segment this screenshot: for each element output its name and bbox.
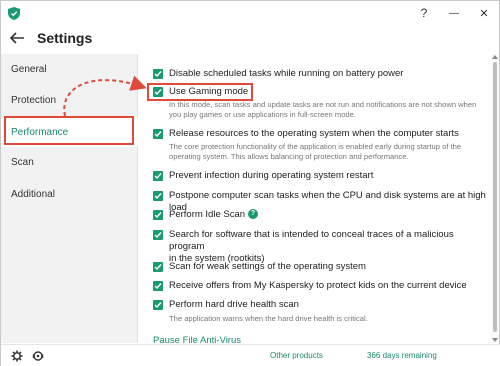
idle-scan-label: Perform Idle Scan <box>169 209 246 220</box>
scroll-up-arrow-icon[interactable] <box>492 54 498 60</box>
checkbox[interactable] <box>153 210 163 220</box>
option-label: Search for software that is intended to … <box>169 229 489 265</box>
option-label: Perform Idle Scan? <box>169 209 259 221</box>
gaming-mode-highlight-box <box>147 83 253 101</box>
settings-window: ? — ✕ Settings General Protection Perfor… <box>0 0 500 366</box>
checkbox[interactable] <box>153 281 163 291</box>
footer: Other products 366 days remaining <box>1 344 500 366</box>
option-release-resources[interactable]: Release resources to the operating syste… <box>153 128 459 140</box>
option-description: In this mode, scan tasks and update task… <box>169 100 476 120</box>
option-label: Release resources to the operating syste… <box>169 128 459 139</box>
option-idle-scan[interactable]: Perform Idle Scan? <box>153 209 259 221</box>
check-icon <box>154 173 162 180</box>
option-label: Receive offers from My Kaspersky to prot… <box>169 280 467 291</box>
check-icon <box>154 131 162 138</box>
check-icon <box>154 193 162 200</box>
description-line: operating system. This allows balancing … <box>169 152 409 161</box>
sidebar-item-protection[interactable]: Protection <box>1 85 138 115</box>
sidebar-item-label: Additional <box>11 188 55 200</box>
option-label: Perform hard drive health scan <box>169 299 299 310</box>
sidebar-item-general[interactable]: General <box>1 54 138 84</box>
checkbox[interactable] <box>153 262 163 272</box>
window-controls: ? — ✕ <box>409 1 499 25</box>
checkbox[interactable] <box>153 69 163 79</box>
check-icon <box>154 232 162 239</box>
option-weak-settings[interactable]: Scan for weak settings of the operating … <box>153 261 366 273</box>
license-days-remaining[interactable]: 366 days remaining <box>367 351 437 360</box>
check-icon <box>154 212 162 219</box>
help-button[interactable]: ? <box>409 1 439 25</box>
scroll-thumb[interactable] <box>493 62 497 332</box>
option-description: The application warns when the hard driv… <box>169 314 368 323</box>
checkbox[interactable] <box>153 171 163 181</box>
close-button[interactable]: ✕ <box>469 1 499 25</box>
option-label: Scan for weak settings of the operating … <box>169 261 366 272</box>
sidebar-item-additional[interactable]: Additional <box>1 179 138 209</box>
check-icon <box>154 264 162 271</box>
option-my-kaspersky-offers[interactable]: Receive offers from My Kaspersky to prot… <box>153 280 467 292</box>
description-line: The core protection functionality of the… <box>169 142 462 151</box>
option-label-line: Search for software that is intended to … <box>169 229 454 252</box>
page-title: Settings <box>37 30 93 46</box>
check-icon <box>154 283 162 290</box>
sidebar-item-label: Protection <box>11 94 57 106</box>
option-description: The core protection functionality of the… <box>169 142 461 162</box>
description-line: you play games or use applications in fu… <box>169 110 356 119</box>
option-prevent-infection[interactable]: Prevent infection during operating syste… <box>153 170 373 182</box>
back-arrow-icon[interactable] <box>9 31 25 45</box>
option-label: Disable scheduled tasks while running on… <box>169 68 404 79</box>
support-icon[interactable] <box>32 350 44 362</box>
checkbox[interactable] <box>153 191 163 201</box>
gear-icon[interactable] <box>11 350 23 362</box>
option-hard-drive-health[interactable]: Perform hard drive health scan <box>153 299 299 311</box>
sidebar: General Protection Performance Scan Addi… <box>1 54 138 343</box>
option-battery[interactable]: Disable scheduled tasks while running on… <box>153 68 403 80</box>
checkbox[interactable] <box>153 230 163 240</box>
check-icon <box>154 71 162 78</box>
check-icon <box>154 302 162 309</box>
checkbox[interactable] <box>153 129 163 139</box>
option-rootkits[interactable]: Search for software that is intended to … <box>153 229 489 265</box>
sidebar-item-label: General <box>11 63 47 75</box>
sidebar-item-scan[interactable]: Scan <box>1 147 138 177</box>
sidebar-item-label: Scan <box>11 156 34 168</box>
scroll-down-arrow-icon[interactable] <box>492 337 498 343</box>
performance-highlight-box <box>4 116 134 145</box>
help-circle-icon[interactable]: ? <box>248 209 259 220</box>
minimize-button[interactable]: — <box>439 1 469 25</box>
option-label: Prevent infection during operating syste… <box>169 170 374 181</box>
kaspersky-shield-icon <box>8 7 20 20</box>
scrollbar[interactable] <box>491 54 499 343</box>
description-line: In this mode, scan tasks and update task… <box>169 100 477 109</box>
other-products-link[interactable]: Other products <box>270 351 323 360</box>
checkbox[interactable] <box>153 300 163 310</box>
